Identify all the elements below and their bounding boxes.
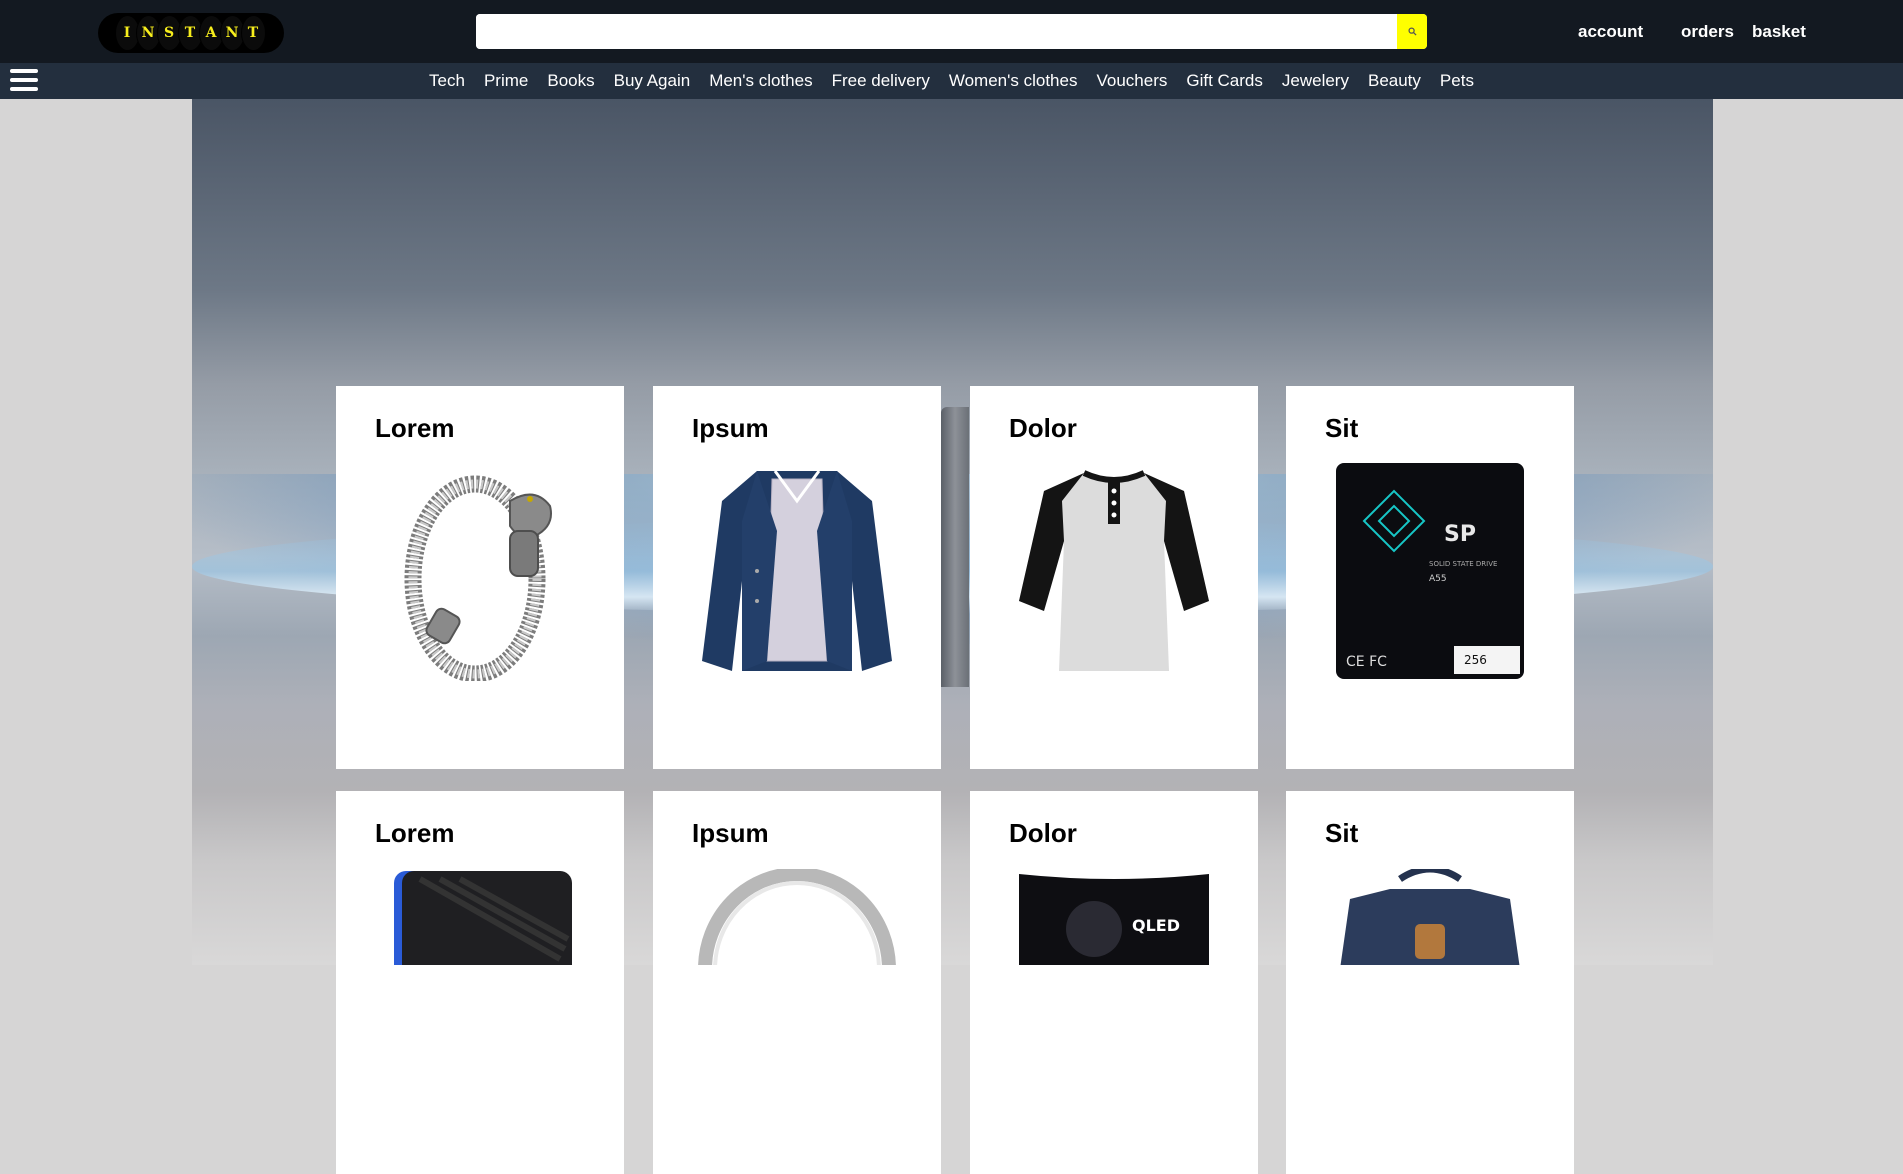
nav-items: Tech Prime Books Buy Again Men's clothes… (0, 63, 1903, 99)
product-title: Lorem (375, 818, 455, 848)
product-title: Dolor (1009, 413, 1077, 443)
henley-shirt-image[interactable] (1000, 461, 1228, 681)
logo-letter: T (241, 16, 265, 50)
nav-item-gift-cards[interactable]: Gift Cards (1186, 71, 1263, 91)
nav-item-tech[interactable]: Tech (429, 71, 465, 91)
product-card[interactable]: Lorem (336, 791, 624, 1174)
logo-letter: S (157, 16, 181, 50)
logo-letter: T (178, 16, 202, 50)
category-nav: Tech Prime Books Buy Again Men's clothes… (0, 63, 1903, 99)
nav-item-mens-clothes[interactable]: Men's clothes (709, 71, 812, 91)
ring-image[interactable] (683, 869, 911, 965)
logo-letters: I N S T A N T (115, 16, 265, 50)
product-title: Sit (1325, 818, 1359, 848)
svg-text:A55: A55 (1429, 574, 1447, 584)
nav-item-pets[interactable]: Pets (1440, 71, 1474, 91)
backpack-image[interactable] (1316, 869, 1544, 965)
nav-item-jewelery[interactable]: Jewelery (1282, 71, 1349, 91)
bracelet-image[interactable] (366, 461, 594, 681)
svg-text:SP: SP (1444, 522, 1476, 547)
product-card[interactable]: Ipsum (653, 386, 941, 769)
hero-device-edge (941, 407, 969, 687)
orders-link[interactable]: orders (1681, 22, 1734, 42)
nav-item-books[interactable]: Books (547, 71, 594, 91)
nav-item-vouchers[interactable]: Vouchers (1096, 71, 1167, 91)
svg-text:256: 256 (1464, 653, 1487, 667)
product-title: Dolor (1009, 818, 1077, 848)
svg-text:SOLID STATE DRIVE: SOLID STATE DRIVE (1429, 560, 1497, 568)
nav-item-beauty[interactable]: Beauty (1368, 71, 1421, 91)
nav-item-free-delivery[interactable]: Free delivery (832, 71, 930, 91)
search-button[interactable] (1397, 14, 1427, 49)
product-card[interactable]: Dolor QLED (970, 791, 1258, 1174)
gaming-monitor-image[interactable]: QLED (1000, 869, 1228, 965)
product-title: Lorem (375, 413, 455, 443)
logo-letter: A (199, 16, 223, 50)
hard-drive-image[interactable] (366, 869, 594, 965)
nav-item-prime[interactable]: Prime (484, 71, 528, 91)
logo-letter: N (136, 16, 160, 50)
basket-link[interactable]: basket (1752, 22, 1806, 42)
search-icon (1407, 27, 1417, 36)
product-title: Ipsum (692, 818, 769, 848)
product-card[interactable]: Sit (1286, 791, 1574, 1174)
product-title: Ipsum (692, 413, 769, 443)
svg-text:CE FC: CE FC (1346, 654, 1387, 670)
svg-text:QLED: QLED (1132, 916, 1180, 935)
product-title: Sit (1325, 413, 1359, 443)
jacket-image[interactable] (683, 461, 911, 681)
nav-item-womens-clothes[interactable]: Women's clothes (949, 71, 1078, 91)
instant-logo[interactable]: I N S T A N T (98, 13, 284, 53)
top-header: I N S T A N T account orders basket (0, 0, 1903, 63)
nav-item-buy-again[interactable]: Buy Again (614, 71, 691, 91)
product-card[interactable]: Ipsum (653, 791, 941, 1174)
product-card[interactable]: Dolor (970, 386, 1258, 769)
search-input[interactable] (476, 14, 1397, 49)
product-card[interactable]: Lorem (336, 386, 624, 769)
logo-letter: N (220, 16, 244, 50)
ssd-image[interactable]: SP SOLID STATE DRIVE A55 256 CE FC (1316, 461, 1544, 681)
product-card[interactable]: Sit SP SOLID STATE DRIVE A55 256 CE FC (1286, 386, 1574, 769)
account-link[interactable]: account (1578, 22, 1643, 42)
logo-letter: I (115, 16, 139, 50)
search-bar (476, 14, 1427, 49)
